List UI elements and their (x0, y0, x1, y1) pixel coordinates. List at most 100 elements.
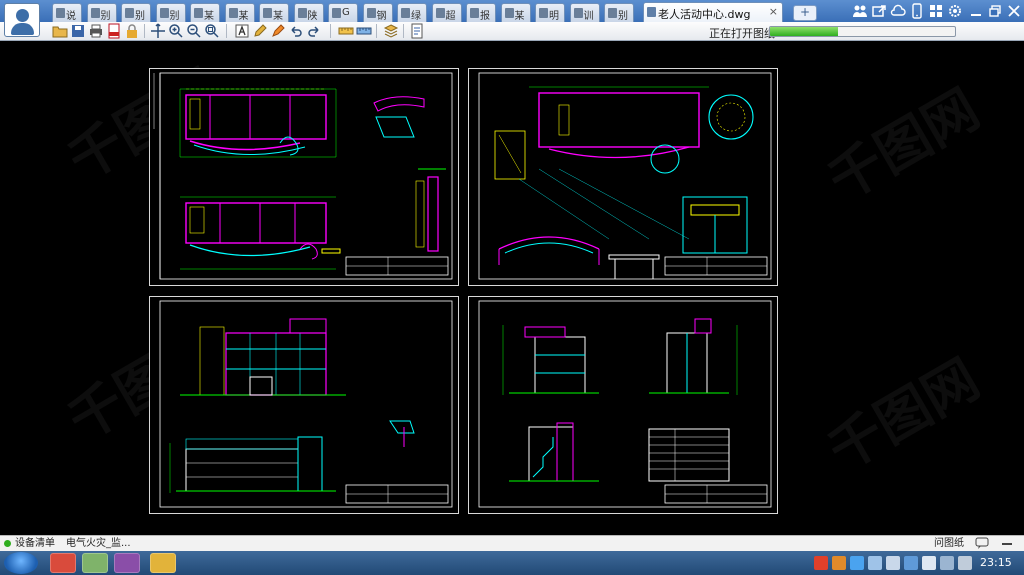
tab-document-16[interactable]: 训 (569, 3, 600, 22)
open-folder-icon[interactable] (52, 23, 68, 39)
tray-antivirus-icon[interactable] (832, 556, 846, 570)
mobile-icon[interactable] (909, 3, 925, 19)
minimize-icon[interactable] (968, 3, 984, 19)
document-properties-icon[interactable] (409, 23, 425, 39)
active-tab-label: 老人活动中心.dwg (658, 8, 751, 21)
redo-icon[interactable] (306, 23, 322, 39)
layers-icon[interactable] (383, 23, 399, 39)
new-tab-button[interactable]: + (793, 5, 817, 21)
restore-icon[interactable] (987, 3, 1003, 19)
highlighter-icon[interactable] (270, 23, 286, 39)
taskbar-app-books[interactable] (114, 553, 140, 573)
tab-document-9[interactable]: G (328, 3, 358, 22)
drawing-sheet-sections[interactable] (468, 296, 778, 514)
tab-document-1[interactable]: 说 (52, 3, 82, 22)
drawing-sheet-elevations[interactable] (149, 296, 459, 514)
pan-icon[interactable] (150, 23, 166, 39)
document-icon (297, 8, 307, 18)
tab-document-10[interactable]: 钢 (362, 3, 393, 22)
tab-document-11[interactable]: 绿 (397, 3, 427, 22)
collapse-icon[interactable] (1000, 537, 1014, 551)
tray-app-icon[interactable] (904, 556, 918, 570)
document-icon (125, 8, 134, 18)
chat-icon[interactable] (975, 537, 989, 551)
tray-speaker-icon[interactable] (958, 556, 972, 570)
os-taskbar: 23:15 (0, 551, 1024, 575)
tab-document-8[interactable]: 陕 (293, 3, 324, 22)
export-pdf-icon[interactable] (106, 23, 122, 39)
cloud-icon[interactable] (890, 3, 906, 19)
bottom-item-electrical-fire[interactable]: 电气火灾_监... (66, 537, 131, 551)
start-menu-icon[interactable] (4, 552, 38, 574)
document-icon (56, 8, 65, 18)
loading-status-text: 正在打开图纸 (709, 27, 775, 40)
tab-document-14[interactable]: 某 (500, 3, 531, 22)
ask-drawing-button[interactable]: 问图纸 (934, 537, 964, 551)
lock-icon[interactable] (124, 23, 140, 39)
document-icon (539, 8, 548, 18)
ruler-icon[interactable] (356, 23, 372, 39)
taskbar-app-star[interactable] (82, 553, 108, 573)
tray-flag-icon[interactable] (922, 556, 936, 570)
print-icon[interactable] (88, 23, 104, 39)
measure-icon[interactable] (338, 23, 354, 39)
tab-document-5[interactable]: 某 (190, 3, 220, 22)
close-tab-icon[interactable]: × (769, 5, 778, 18)
pencil-icon[interactable] (252, 23, 268, 39)
tab-document-13[interactable]: 报 (466, 3, 496, 22)
loading-progress-fill (770, 27, 839, 36)
close-window-icon[interactable] (1006, 3, 1022, 19)
toolbar-separator (376, 24, 377, 38)
tab-document-3[interactable]: 别 (121, 3, 151, 22)
tray-ime-icon[interactable] (814, 556, 828, 570)
settings-icon[interactable] (947, 3, 963, 19)
tab-document-4[interactable]: 别 (155, 3, 186, 22)
document-icon (366, 8, 376, 18)
tray-network-icon[interactable] (868, 556, 882, 570)
tab-document-15[interactable]: 明 (535, 3, 565, 22)
document-icon (332, 8, 341, 18)
undo-icon[interactable] (288, 23, 304, 39)
tab-document-2[interactable]: 别 (86, 3, 117, 22)
bottom-document-strip: 设备清单 电气火灾_监... 问图纸 (0, 535, 1024, 552)
tab-label: 钢 (376, 11, 387, 22)
user-avatar-logo[interactable] (4, 3, 40, 37)
tab-document-12[interactable]: 超 (431, 3, 462, 22)
tray-qq-icon[interactable] (850, 556, 864, 570)
share-icon[interactable] (871, 3, 887, 19)
tab-label: 某 (514, 11, 525, 22)
tab-document-17[interactable]: 别 (604, 3, 634, 22)
save-icon[interactable] (70, 23, 86, 39)
document-icon (401, 8, 410, 18)
tab-label: 报 (480, 11, 490, 22)
grid-icon[interactable] (928, 3, 944, 19)
drawing-sheet-floor-plans[interactable] (149, 68, 459, 286)
zoom-window-icon[interactable] (204, 23, 220, 39)
watermark: 千图网 (817, 77, 990, 213)
tab-label: 超 (445, 11, 456, 22)
tab-document-7[interactable]: 某 (259, 3, 289, 22)
tab-bar: 说 别 别 别 某 某 某 陕 G 钢 绿 超 报 某 明 训 别 老人活动中心.dwg × + (0, 0, 1024, 22)
tray-battery-icon[interactable] (940, 556, 954, 570)
text-tool-icon[interactable] (234, 23, 250, 39)
toolbar-separator (330, 24, 331, 38)
site-plan-drawing (478, 72, 772, 280)
tab-label: 别 (618, 11, 628, 22)
drawing-sheet-site-plan[interactable] (468, 68, 778, 286)
tab-active-document[interactable]: 老人活动中心.dwg × (643, 2, 783, 22)
tab-label: 绿 (411, 11, 421, 22)
tab-label: 别 (100, 11, 111, 22)
zoom-out-icon[interactable] (186, 23, 202, 39)
document-icon (470, 8, 479, 18)
users-icon[interactable] (852, 3, 868, 19)
bottom-item-equipment-list[interactable]: 设备清单 (15, 537, 55, 551)
zoom-in-icon[interactable] (168, 23, 184, 39)
drawing-canvas[interactable]: 千图网 千图网 千图网 千图网 (0, 41, 1024, 535)
tab-label: 别 (169, 11, 180, 22)
taskbar-app-cad-viewer[interactable] (150, 553, 176, 573)
taskbar-clock: 23:15 (980, 556, 1012, 569)
tab-document-6[interactable]: 某 (224, 3, 255, 22)
tab-label: 明 (549, 11, 559, 22)
taskbar-app-avatar[interactable] (50, 553, 76, 573)
tray-volume-icon[interactable] (886, 556, 900, 570)
